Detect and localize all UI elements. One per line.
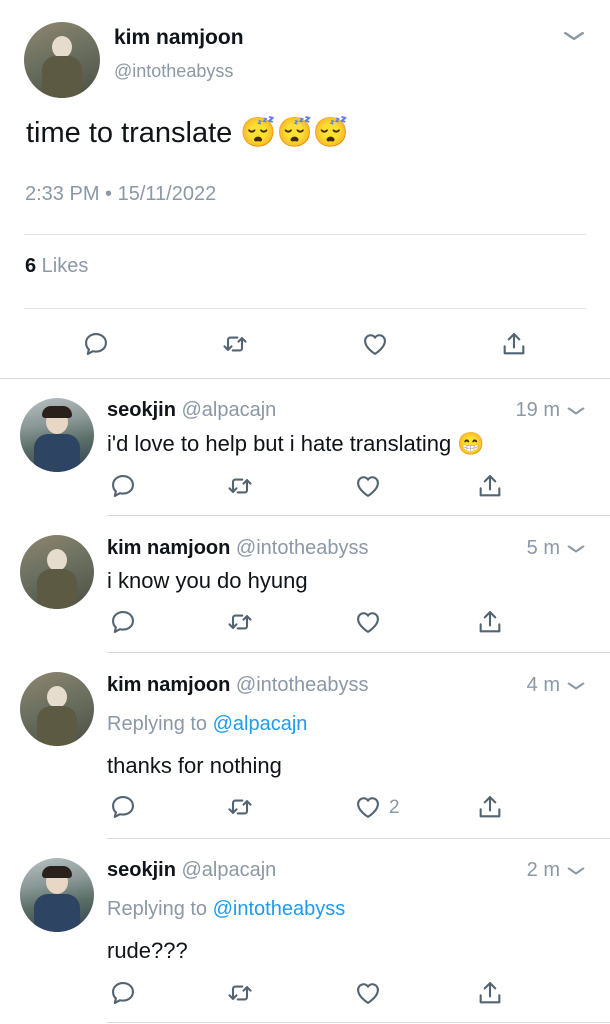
handle[interactable]: @intotheabyss (114, 61, 233, 82)
reply-text-body: i'd love to help but i hate translating (107, 431, 452, 456)
retweet-icon[interactable] (226, 793, 254, 821)
replying-to-link[interactable]: @intotheabyss (213, 898, 346, 920)
tweet-text: time to translate 😴😴😴 (26, 116, 349, 150)
avatar-face (47, 549, 67, 571)
replying-to-link[interactable]: @alpacajn (213, 713, 308, 735)
likes-summary[interactable]: 6 Likes (25, 255, 88, 278)
reply-time: 19 m (515, 399, 560, 421)
avatar-body (37, 706, 77, 746)
chevron-down-icon[interactable] (562, 28, 586, 44)
reply-icon[interactable] (109, 793, 137, 821)
replying-to-label: Replying to (107, 898, 213, 920)
replying-to-label: Replying to (107, 713, 213, 735)
reply-text: rude??? (107, 938, 188, 963)
avatar-body (42, 56, 82, 98)
reply-emoji: 😁 (457, 431, 485, 456)
handle[interactable]: @intotheabyss (236, 537, 369, 559)
chevron-down-icon[interactable] (566, 864, 586, 878)
avatar-body (34, 894, 80, 932)
chevron-down-icon[interactable] (566, 542, 586, 556)
divider (107, 838, 610, 839)
display-name[interactable]: kim namjoon (107, 537, 230, 559)
like-count: 2 (389, 797, 400, 818)
retweet-icon[interactable] (226, 979, 254, 1007)
reply-icon[interactable] (109, 608, 137, 636)
heart-icon[interactable] (361, 330, 389, 358)
retweet-icon[interactable] (226, 472, 254, 500)
avatar[interactable] (20, 858, 94, 932)
share-icon[interactable] (476, 793, 504, 821)
chevron-down-icon[interactable] (566, 404, 586, 418)
avatar[interactable] (24, 22, 100, 98)
display-name[interactable]: seokjin (107, 859, 176, 881)
tweet-emoji: 😴😴😴 (240, 117, 349, 149)
reply-text: i'd love to help but i hate translating … (107, 431, 485, 457)
avatar-hair (42, 406, 72, 418)
reply-icon[interactable] (109, 979, 137, 1007)
heart-icon[interactable] (354, 793, 382, 821)
divider (107, 652, 610, 653)
share-icon[interactable] (476, 472, 504, 500)
share-icon[interactable] (500, 330, 528, 358)
timestamp: 2:33 PM • 15/11/2022 (25, 183, 217, 205)
share-icon[interactable] (476, 608, 504, 636)
handle[interactable]: @intotheabyss (236, 674, 369, 696)
divider (107, 515, 610, 516)
heart-icon[interactable] (354, 608, 382, 636)
avatar-body (37, 569, 77, 609)
handle[interactable]: @alpacajn (181, 399, 276, 421)
chevron-down-icon[interactable] (566, 679, 586, 693)
display-name[interactable]: kim namjoon (107, 674, 230, 696)
divider (24, 308, 586, 309)
reply-time: 4 m (526, 674, 560, 696)
reply-time: 2 m (526, 859, 560, 881)
handle[interactable]: @alpacajn (181, 859, 276, 881)
replying-to-line: Replying to @alpacajn (107, 713, 307, 736)
display-name[interactable]: seokjin (107, 399, 176, 421)
heart-icon[interactable] (354, 472, 382, 500)
reply-time: 5 m (526, 537, 560, 559)
retweet-icon[interactable] (221, 330, 249, 358)
reply-header: seokjin @alpacajn (107, 859, 276, 882)
reply-header: kim namjoon @intotheabyss (107, 674, 369, 697)
avatar-body (34, 434, 80, 472)
divider (24, 234, 586, 235)
heart-icon[interactable] (354, 979, 382, 1007)
display-name[interactable]: kim namjoon (114, 26, 244, 50)
tweet-text-body: time to translate (26, 117, 233, 149)
likes-label: Likes (36, 255, 89, 277)
reply-icon[interactable] (109, 472, 137, 500)
reply-text: thanks for nothing (107, 753, 282, 778)
reply-header: seokjin @alpacajn (107, 399, 276, 422)
divider (0, 378, 610, 379)
reply-header: kim namjoon @intotheabyss (107, 537, 369, 560)
retweet-icon[interactable] (226, 608, 254, 636)
avatar-hair (42, 866, 72, 878)
avatar-face (52, 36, 72, 58)
avatar[interactable] (20, 535, 94, 609)
reply-text: i know you do hyung (107, 568, 308, 593)
reply-icon[interactable] (82, 330, 110, 358)
divider (107, 1022, 610, 1023)
likes-count: 6 (25, 255, 37, 277)
avatar[interactable] (20, 672, 94, 746)
avatar-face (47, 686, 67, 708)
replying-to-line: Replying to @intotheabyss (107, 898, 345, 921)
share-icon[interactable] (476, 979, 504, 1007)
avatar[interactable] (20, 398, 94, 472)
